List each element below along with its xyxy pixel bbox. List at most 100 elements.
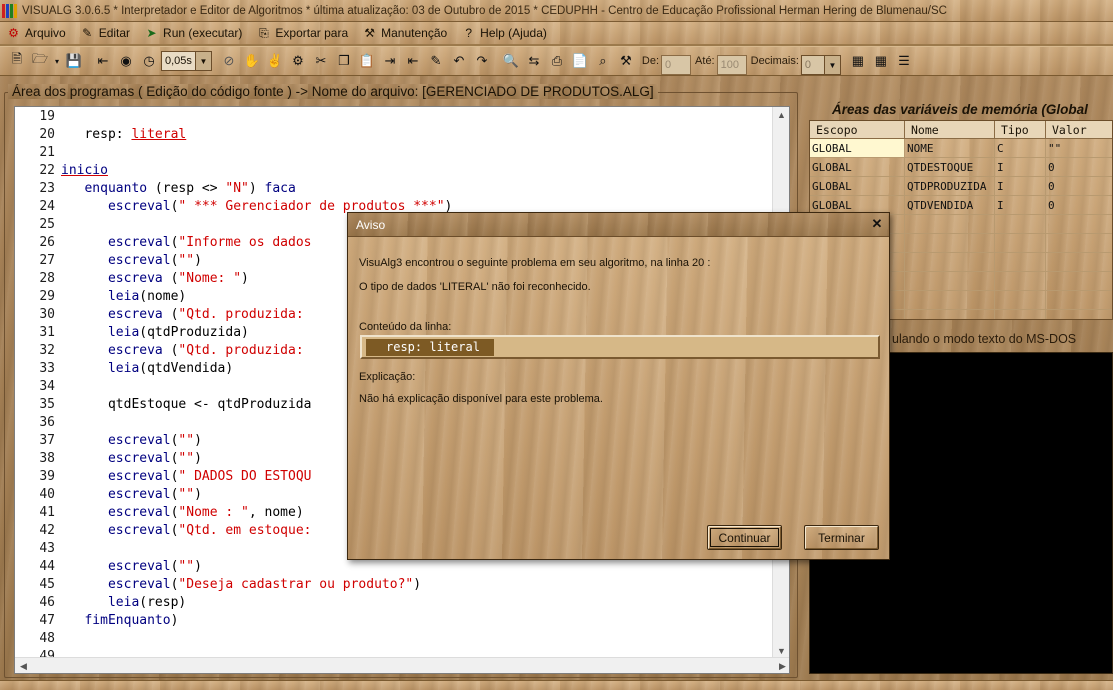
comment-icon[interactable]: ✎ bbox=[425, 50, 447, 72]
scroll-right-icon[interactable]: ▶ bbox=[774, 658, 789, 673]
zoom-icon[interactable]: ⌕ bbox=[592, 50, 614, 72]
empty-cell[interactable] bbox=[905, 291, 995, 310]
var-escopo[interactable]: GLOBAL bbox=[810, 177, 905, 196]
help-icon: ? bbox=[465, 26, 473, 40]
terminate-button[interactable]: Terminar bbox=[804, 525, 879, 550]
window-icon[interactable]: ▦ bbox=[847, 50, 869, 72]
line-number: 45 bbox=[39, 577, 55, 592]
vars-col-escopo: Escopo bbox=[810, 121, 905, 139]
scroll-up-icon[interactable]: ▲ bbox=[773, 107, 789, 123]
menu-exportar[interactable]: ⎘ Exportar para bbox=[254, 26, 350, 41]
empty-cell[interactable] bbox=[905, 310, 995, 319]
var-tipo[interactable]: C bbox=[995, 139, 1046, 158]
var-escopo[interactable]: GLOBAL bbox=[810, 158, 905, 177]
line-content-box[interactable]: resp: literal bbox=[360, 335, 880, 359]
var-tipo[interactable]: I bbox=[995, 158, 1046, 177]
replace-icon[interactable]: ⇆ bbox=[523, 50, 545, 72]
empty-cell[interactable] bbox=[995, 253, 1046, 272]
maintenance-icon: ⚒ bbox=[364, 26, 375, 40]
empty-cell[interactable] bbox=[995, 234, 1046, 253]
cut-icon[interactable]: ✂ bbox=[310, 50, 332, 72]
find-icon[interactable]: 🔍 bbox=[500, 50, 522, 72]
unindent-icon[interactable]: ⇤ bbox=[402, 50, 424, 72]
open-dropdown-icon[interactable]: ▾ bbox=[52, 50, 62, 72]
calculator-icon[interactable]: ▦ bbox=[870, 50, 892, 72]
empty-cell[interactable] bbox=[905, 215, 995, 234]
empty-cell[interactable] bbox=[905, 253, 995, 272]
step-icon[interactable]: ⇤ bbox=[92, 50, 114, 72]
code-keyword: escreval bbox=[107, 487, 171, 502]
empty-cell[interactable] bbox=[1046, 215, 1112, 234]
menu-arquivo[interactable]: ⚙ Arquivo bbox=[4, 26, 68, 41]
code-keyword: escreval bbox=[107, 253, 171, 268]
var-escopo[interactable]: GLOBAL bbox=[810, 139, 905, 158]
menu-manutencao[interactable]: ⚒ Manutenção bbox=[360, 26, 449, 41]
empty-cell[interactable] bbox=[1046, 234, 1112, 253]
empty-cell[interactable] bbox=[995, 272, 1046, 291]
code-keyword: escreva bbox=[107, 271, 163, 286]
var-valor[interactable]: 0 bbox=[1046, 158, 1112, 177]
var-valor[interactable]: 0 bbox=[1046, 177, 1112, 196]
var-tipo[interactable]: I bbox=[995, 177, 1046, 196]
var-nome[interactable]: QTDPRODUZIDA bbox=[905, 177, 995, 196]
save-icon[interactable]: 💾 bbox=[63, 50, 85, 72]
status-bar bbox=[0, 680, 1113, 690]
decimais-select[interactable]: 0 ▼ bbox=[800, 55, 841, 75]
empty-cell[interactable] bbox=[1046, 291, 1112, 310]
list-icon[interactable]: ☰ bbox=[893, 50, 915, 72]
indent-icon[interactable]: ⇥ bbox=[379, 50, 401, 72]
tool-icon[interactable]: ⚒ bbox=[615, 50, 637, 72]
scroll-left-icon[interactable]: ◀ bbox=[15, 658, 32, 673]
empty-cell[interactable] bbox=[1046, 253, 1112, 272]
var-valor[interactable]: "" bbox=[1046, 139, 1112, 158]
menu-editar[interactable]: ✎ Editar bbox=[78, 26, 132, 41]
open-file-icon[interactable]: 🗁 bbox=[29, 50, 51, 72]
copy-icon[interactable]: ❐ bbox=[333, 50, 355, 72]
var-nome[interactable]: QTDVENDIDA bbox=[905, 196, 995, 215]
window-title: VISUALG 3.0.6.5 * Interpretador e Editor… bbox=[22, 4, 947, 17]
clock-icon[interactable]: ◷ bbox=[138, 50, 160, 72]
var-valor[interactable]: 0 bbox=[1046, 196, 1112, 215]
line-number: 24 bbox=[39, 199, 55, 214]
code-string: "" bbox=[178, 559, 195, 574]
vars-col-valor: Valor bbox=[1046, 121, 1112, 139]
empty-cell[interactable] bbox=[995, 291, 1046, 310]
stop-icon[interactable]: ⊘ bbox=[218, 50, 240, 72]
code-text: enquanto (resp <> "N") faca bbox=[61, 180, 295, 198]
code-text: escreval("Qtd. em estoque: bbox=[61, 522, 312, 540]
paste-icon[interactable]: 📋 bbox=[356, 50, 378, 72]
chevron-down-icon: ▼ bbox=[194, 52, 211, 70]
new-file-icon[interactable]: 🗎 bbox=[6, 50, 28, 72]
de-field[interactable]: 0 bbox=[661, 55, 692, 75]
line-number: 46 bbox=[39, 595, 55, 610]
empty-cell[interactable] bbox=[905, 234, 995, 253]
preview-icon[interactable]: 📄 bbox=[569, 50, 591, 72]
continue-button[interactable]: Continuar bbox=[707, 525, 782, 550]
var-nome[interactable]: NOME bbox=[905, 139, 995, 158]
close-icon[interactable]: ✕ bbox=[869, 216, 885, 232]
breakpoint-icon[interactable]: ◉ bbox=[115, 50, 137, 72]
var-tipo[interactable]: I bbox=[995, 196, 1046, 215]
hand-icon[interactable]: ✋ bbox=[241, 50, 263, 72]
empty-cell[interactable] bbox=[995, 310, 1046, 319]
line-number: 19 bbox=[39, 109, 55, 124]
settings-icon[interactable]: ⚙ bbox=[287, 50, 309, 72]
code-keyword: escreval bbox=[107, 199, 171, 214]
menu-help[interactable]: ? Help (Ajuda) bbox=[459, 26, 549, 41]
var-nome[interactable]: QTDESTOQUE bbox=[905, 158, 995, 177]
empty-cell[interactable] bbox=[995, 215, 1046, 234]
ate-field[interactable]: 100 bbox=[716, 55, 747, 75]
decimais-value: 0 bbox=[804, 59, 812, 71]
hand-multi-icon[interactable]: ✌ bbox=[264, 50, 286, 72]
speed-select[interactable]: 0,05s ▼ bbox=[161, 51, 212, 71]
redo-icon[interactable]: ↷ bbox=[471, 50, 493, 72]
empty-cell[interactable] bbox=[1046, 310, 1112, 319]
menu-run[interactable]: ➤ Run (executar) bbox=[142, 26, 244, 41]
horizontal-scrollbar[interactable]: ◀ ▶ bbox=[15, 657, 789, 673]
code-token: ) bbox=[194, 451, 202, 466]
vars-col-tipo: Tipo bbox=[995, 121, 1046, 139]
undo-icon[interactable]: ↶ bbox=[448, 50, 470, 72]
print-icon[interactable]: ⎙ bbox=[546, 50, 568, 72]
empty-cell[interactable] bbox=[1046, 272, 1112, 291]
empty-cell[interactable] bbox=[905, 272, 995, 291]
